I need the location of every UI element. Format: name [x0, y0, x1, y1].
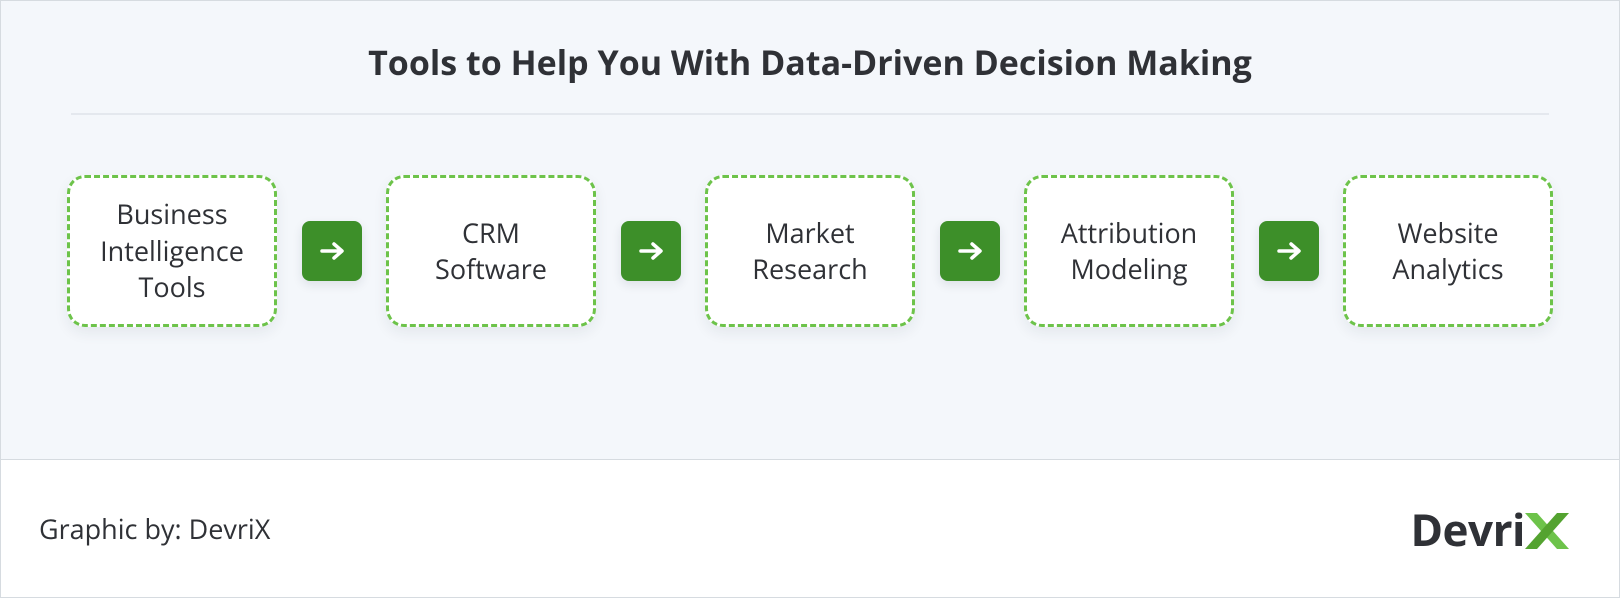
logo-text: Devri — [1410, 499, 1525, 559]
flow-row: Business Intelligence Tools CRM Software… — [61, 175, 1559, 327]
flow-card: Market Research — [705, 175, 915, 327]
diagram-upper: Tools to Help You With Data-Driven Decis… — [1, 1, 1619, 459]
arrow-right-icon — [940, 221, 1000, 281]
devrix-logo: Devri — [1410, 499, 1575, 559]
arrow-right-icon — [1259, 221, 1319, 281]
arrow-right-icon — [621, 221, 681, 281]
flow-card: Website Analytics — [1343, 175, 1553, 327]
arrow-right-icon — [302, 221, 362, 281]
diagram-title: Tools to Help You With Data-Driven Decis… — [61, 39, 1559, 85]
flow-card: CRM Software — [386, 175, 596, 327]
flow-card: Business Intelligence Tools — [67, 175, 277, 327]
flow-card: Attribution Modeling — [1024, 175, 1234, 327]
diagram-footer: Graphic by: DevriX Devri — [1, 459, 1619, 597]
logo-x-icon — [1519, 503, 1575, 559]
diagram-frame: Tools to Help You With Data-Driven Decis… — [0, 0, 1620, 598]
divider — [71, 113, 1549, 115]
credit-text: Graphic by: DevriX — [39, 510, 270, 547]
